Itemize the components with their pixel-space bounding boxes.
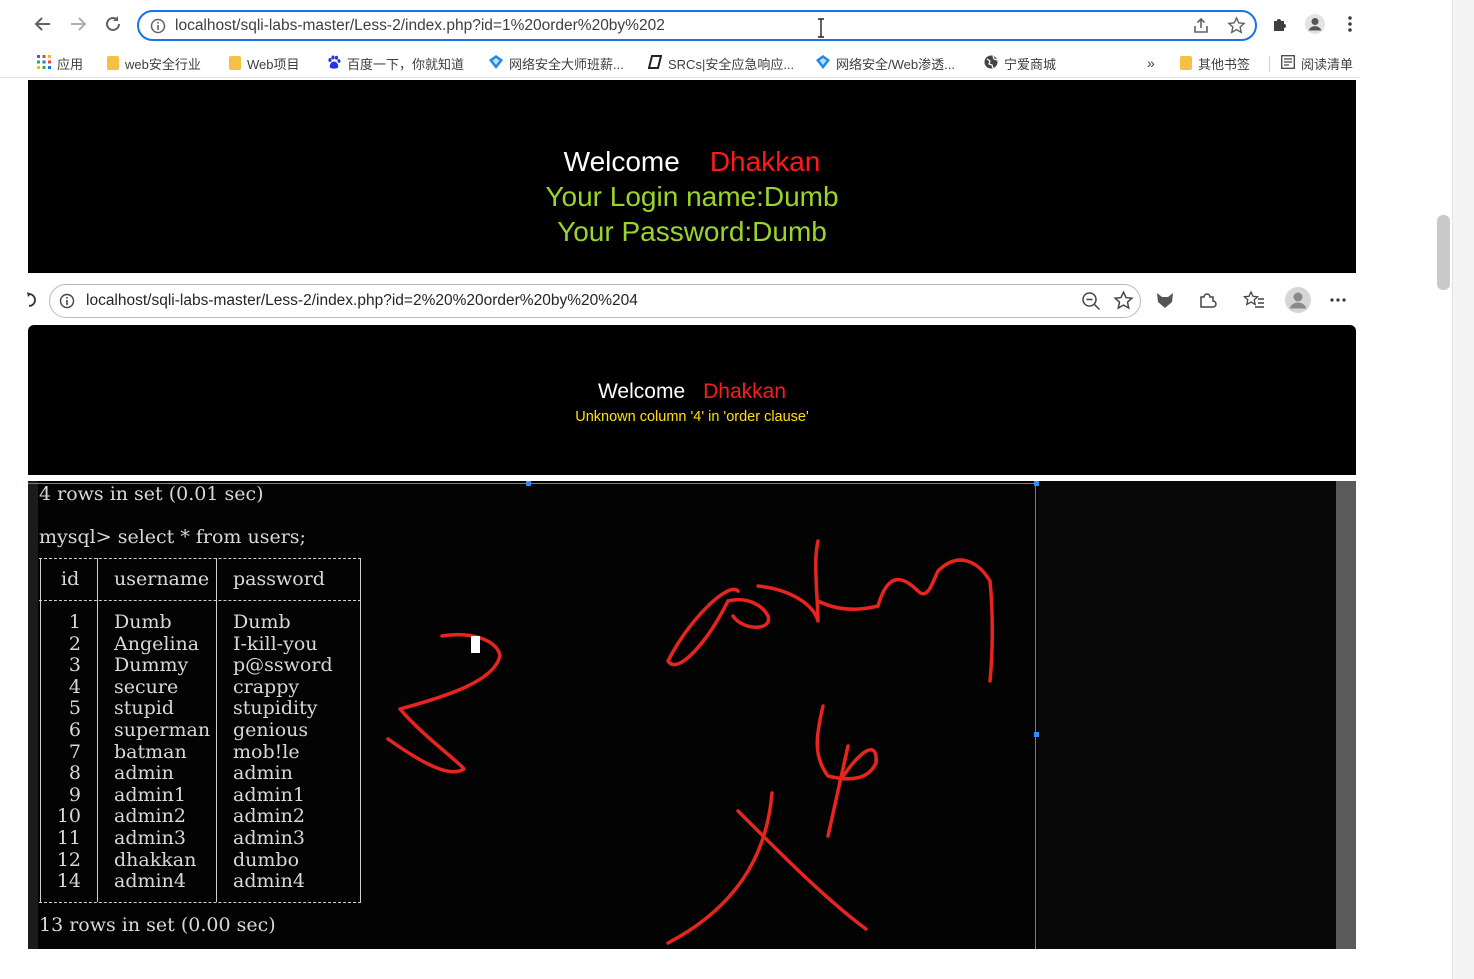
extensions-icon[interactable] [1194,287,1220,313]
welcome-name: Dhakkan [703,380,787,403]
bookmark-web-security-industry[interactable]: web安全行业 [107,53,201,73]
url-text: localhost/sqli-labs-master/Less-2/index.… [175,17,665,34]
bookmark-label: 网络安全/Web渗透... [836,56,955,72]
welcome-line: Welcome Dhakkan [28,146,1356,178]
sql-error-message: Unknown column '4' in 'order clause' [575,409,809,425]
profile-avatar-icon[interactable] [1284,286,1312,314]
diamond-icon [816,54,830,72]
bookmark-web-projects[interactable]: Web项目 [229,53,300,73]
password-text: Your Password:Dumb [557,216,827,247]
edge-toolbar: localhost/sqli-labs-master/Less-2/index.… [0,273,1360,325]
folder-icon [1180,56,1192,70]
welcome-text: Welcome [597,380,686,403]
italic-bar-icon [647,54,663,72]
mouse-pointer-marker [471,636,480,653]
window-scrollbar[interactable] [1452,0,1474,979]
login-result-page: Welcome Dhakkan Your Login name:Dumb Your… [28,80,1356,273]
bookmark-label: Web项目 [247,56,300,72]
welcome-name: Dhakkan [709,146,821,177]
share-icon[interactable] [1192,17,1210,40]
favorites-list-icon[interactable] [1241,287,1267,313]
video-frame: 4 rows in set (0.01 sec) mysql> select *… [28,481,1356,949]
bookmark-baidu[interactable]: 百度一下，你就知道 [327,53,464,73]
forward-icon[interactable] [66,12,90,36]
more-menu-icon[interactable] [1338,12,1362,36]
more-menu-icon[interactable] [1325,287,1351,313]
fox-extension-icon[interactable] [1152,287,1178,313]
address-bar[interactable]: localhost/sqli-labs-master/Less-2/index.… [49,284,1141,318]
bookmark-label: 应用 [57,56,84,72]
apps-grid-icon [37,54,51,72]
bookmark-label: 宁爱商城 [1004,56,1057,72]
reload-icon[interactable] [101,12,125,36]
bookmark-divider [1269,56,1270,72]
bookmark-apps[interactable]: 应用 [37,53,83,73]
extensions-puzzle-icon[interactable] [1268,12,1292,36]
bookmark-label: 阅读清单 [1301,56,1354,72]
bookmark-web-pentest[interactable]: 网络安全/Web渗透... [816,53,955,73]
handwritten-annotations [386,539,994,945]
bookmark-label: 百度一下，你就知道 [347,56,465,72]
zoom-out-icon[interactable] [1081,291,1101,316]
globe-icon [984,55,998,72]
screen: localhost/sqli-labs-master/Less-2/index.… [0,0,1474,979]
back-icon[interactable] [31,12,55,36]
page-scrollbar-thumb[interactable] [1437,215,1450,290]
bookmark-other-folder[interactable]: 其他书签 [1180,53,1250,73]
reload-icon[interactable] [27,291,37,314]
drawn-number-4 [815,704,878,838]
welcome-line: Welcome Dhakkan [28,380,1356,404]
bookmark-srcs[interactable]: SRCs|安全应急响应... [647,53,795,73]
bookmarks-bar: 应用 web安全行业 Web项目 百度一下，你就知道 网络安全大师班薪... S… [0,48,1360,78]
baidu-paw-icon [327,55,341,72]
bookmark-label: web安全行业 [125,56,201,72]
drawn-word-order [666,539,994,683]
bookmark-label: 其他书签 [1198,56,1251,72]
url-text: localhost/sqli-labs-master/Less-2/index.… [86,292,638,309]
profile-avatar-icon[interactable] [1303,12,1327,36]
page-margin [1360,0,1452,979]
bookmark-label: SRCs|安全应急响应... [668,56,795,72]
error-result-page: Welcome Dhakkan Unknown column '4' in 'or… [28,325,1356,475]
drawn-letter-x [666,791,868,945]
site-info-icon[interactable] [59,293,75,314]
address-bar[interactable]: localhost/sqli-labs-master/Less-2/index.… [137,10,1257,41]
folder-icon [107,56,119,70]
bookmark-security-master-class[interactable]: 网络安全大师班薪... [489,53,624,73]
text-cursor-icon [817,18,825,38]
site-info-icon[interactable] [150,18,166,39]
drawn-number-3 [386,633,502,774]
reading-list-button[interactable]: 阅读清单 [1281,53,1353,73]
chrome-toolbar: localhost/sqli-labs-master/Less-2/index.… [0,0,1360,48]
welcome-text: Welcome [563,146,680,177]
diamond-icon [489,54,503,72]
bookmark-mall[interactable]: 宁爱商城 [984,53,1056,73]
login-name-text: Your Login name:Dumb [545,181,839,212]
folder-icon [229,56,241,70]
bookmarks-overflow-button[interactable]: » [1147,53,1155,73]
bookmark-star-icon[interactable] [1227,16,1246,40]
favorite-star-icon[interactable] [1113,290,1134,316]
reading-list-icon [1281,54,1295,72]
bookmark-label: 网络安全大师班薪... [509,56,624,72]
